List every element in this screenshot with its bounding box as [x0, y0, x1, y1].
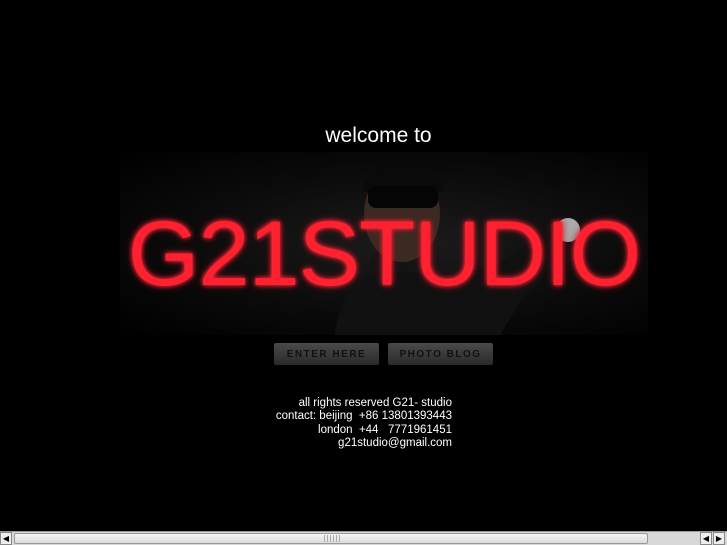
copyright-text: all rights reserved G21- studio: [298, 397, 452, 409]
contact-email[interactable]: g21studio@gmail.com: [276, 437, 452, 450]
logo-text: G21STUDIO: [127, 203, 641, 305]
enter-here-button[interactable]: ENTER HERE: [274, 343, 379, 365]
contact-london: london +44 7771961451: [318, 423, 452, 436]
hero-photo: G21STUDIO: [120, 152, 648, 335]
arrow-left-icon[interactable]: ◀: [700, 532, 712, 545]
grip-icon: [324, 535, 340, 542]
welcome-heading: welcome to: [325, 124, 432, 147]
footer-contact: all rights reserved G21- studio contact: …: [276, 397, 452, 451]
arrow-left-icon[interactable]: ◀: [0, 532, 12, 545]
photo-blog-button[interactable]: PHOTO BLOG: [388, 343, 493, 365]
arrow-right-icon[interactable]: ▶: [713, 532, 725, 545]
contact-beijing: contact: beijing +86 13801393443: [275, 410, 452, 423]
page: welcome to G21STUDIO ENTER HERE PHOTO BL…: [0, 0, 727, 531]
horizontal-scrollbar[interactable]: ◀ ◀ ▶: [0, 531, 727, 545]
scrollbar-thumb[interactable]: [14, 533, 648, 544]
